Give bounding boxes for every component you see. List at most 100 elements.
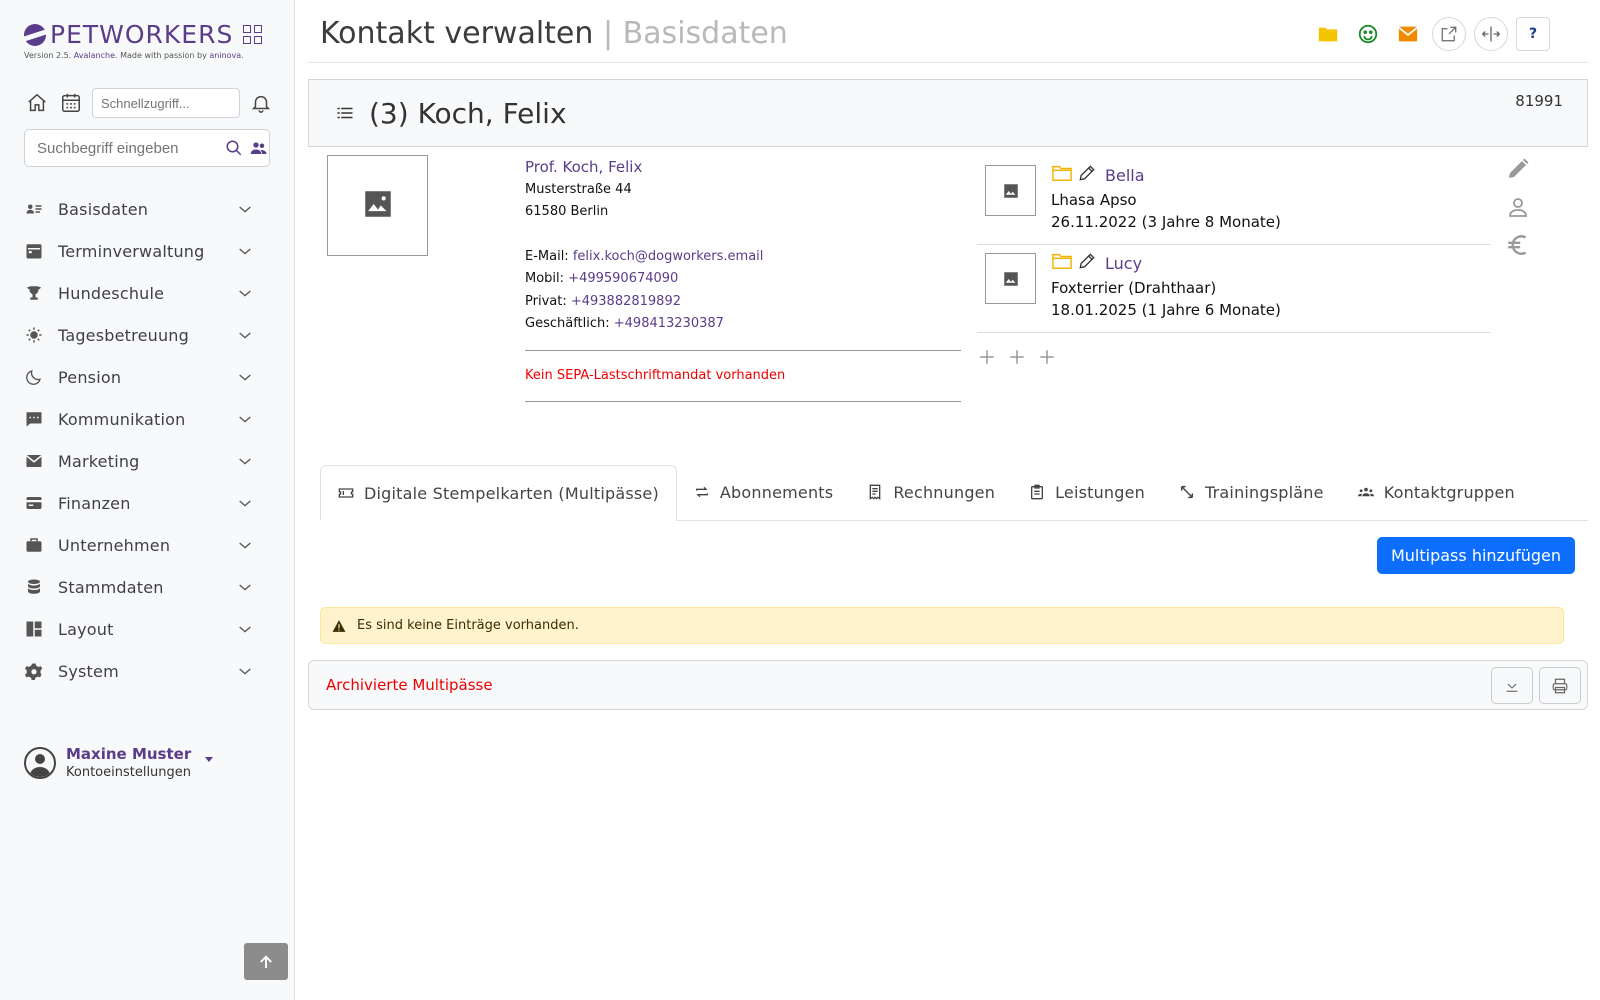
- caret-down-icon[interactable]: [205, 757, 214, 762]
- print-button[interactable]: [1539, 667, 1581, 704]
- nav-item-marketing[interactable]: Marketing: [24, 440, 254, 482]
- pet-birthdate: 18.01.2025 (1 Jahre 6 Monate): [1051, 301, 1281, 319]
- pet-photo[interactable]: [985, 165, 1036, 216]
- quick-access-input[interactable]: [92, 88, 240, 118]
- nav-item-system[interactable]: System: [24, 650, 254, 692]
- chevron-down-icon: [236, 452, 254, 470]
- nav-item-terminverwaltung[interactable]: Terminverwaltung: [24, 230, 254, 272]
- nav-item-stammdaten[interactable]: Stammdaten: [24, 566, 254, 608]
- plus-icon[interactable]: [1037, 347, 1057, 367]
- pencil-icon[interactable]: [1077, 163, 1097, 187]
- pets-list: Bella Lhasa Apso 26.11.2022 (3 Jahre 8 M…: [977, 157, 1490, 333]
- tab-abonnements[interactable]: Abonnements: [677, 464, 850, 520]
- business-phone-link[interactable]: +498413230387: [614, 316, 724, 331]
- header-actions: ?: [1312, 17, 1550, 51]
- layout-icon: [24, 619, 44, 639]
- pet-breed: Lhasa Apso: [1051, 191, 1137, 209]
- database-icon: [24, 577, 44, 597]
- nav-item-finanzen[interactable]: Finanzen: [24, 482, 254, 524]
- contact-card-icon: [24, 199, 44, 219]
- download-button[interactable]: [1491, 667, 1533, 704]
- nav-item-tagesbetreuung[interactable]: Tagesbetreuung: [24, 314, 254, 356]
- nav-item-hundeschule[interactable]: Hundeschule: [24, 272, 254, 314]
- contact-full-name[interactable]: Prof. Koch, Felix: [525, 156, 961, 179]
- tab-leistungen[interactable]: Leistungen: [1012, 464, 1162, 520]
- folder-icon[interactable]: [1051, 163, 1073, 187]
- search-icon[interactable]: [223, 136, 244, 160]
- moon-icon: [24, 367, 44, 387]
- archived-title[interactable]: Archivierte Multipässe: [326, 676, 493, 694]
- pet-add-buttons: [977, 347, 1057, 367]
- chevron-down-icon: [236, 620, 254, 638]
- folder-icon[interactable]: [1312, 18, 1344, 50]
- brand: PETWORKERS Version 2.5. Avalanche. Made …: [24, 20, 274, 60]
- home-icon[interactable]: [24, 90, 50, 116]
- pet-name-link[interactable]: Bella: [1105, 166, 1145, 185]
- repeat-icon: [694, 484, 710, 500]
- pencil-icon[interactable]: [1077, 251, 1097, 275]
- empty-alert: Es sind keine Einträge vorhanden.: [320, 607, 1564, 644]
- gear-icon: [24, 661, 44, 681]
- smiley-icon[interactable]: [1352, 18, 1384, 50]
- chat-icon: [24, 409, 44, 429]
- tab-bar: Digitale Stempelkarten (Multipässe) Abon…: [320, 463, 1588, 521]
- pet-photo[interactable]: [985, 253, 1036, 304]
- add-multipass-button[interactable]: Multipass hinzufügen: [1377, 537, 1575, 574]
- help-button[interactable]: ?: [1516, 17, 1550, 51]
- plus-icon[interactable]: [977, 347, 997, 367]
- nav-item-pension[interactable]: Pension: [24, 356, 254, 398]
- contact-details: Prof. Koch, Felix Musterstraße 44 61580 …: [525, 156, 961, 416]
- tab-kontaktgruppen[interactable]: Kontaktgruppen: [1341, 464, 1532, 520]
- private-phone-link[interactable]: +493882819892: [571, 294, 681, 309]
- group-icon: [1357, 484, 1374, 500]
- bell-icon[interactable]: [248, 90, 274, 116]
- tab-multipaesse[interactable]: Digitale Stempelkarten (Multipässe): [320, 465, 677, 521]
- calendar-icon[interactable]: [58, 90, 84, 116]
- split-view-button[interactable]: [1474, 17, 1508, 51]
- pet-item: Lucy Foxterrier (Drahthaar) 18.01.2025 (…: [977, 245, 1490, 333]
- nav-item-layout[interactable]: Layout: [24, 608, 254, 650]
- briefcase-icon: [24, 535, 44, 555]
- pet-item: Bella Lhasa Apso 26.11.2022 (3 Jahre 8 M…: [977, 157, 1490, 245]
- user-avatar-icon: [24, 746, 56, 779]
- contact-actions: [1504, 156, 1532, 258]
- apps-grid-icon[interactable]: [243, 25, 263, 44]
- contact-business-row: Geschäftlich: +498413230387: [525, 316, 724, 331]
- search-box: [24, 129, 270, 167]
- list-icon[interactable]: [335, 103, 355, 123]
- search-input[interactable]: [37, 139, 219, 157]
- tab-rechnungen[interactable]: Rechnungen: [850, 464, 1012, 520]
- plus-icon[interactable]: [1007, 347, 1027, 367]
- mobile-link[interactable]: +499590674090: [568, 271, 678, 286]
- nav-item-unternehmen[interactable]: Unternehmen: [24, 524, 254, 566]
- pet-name-link[interactable]: Lucy: [1105, 254, 1142, 273]
- contacts-search-icon[interactable]: [248, 136, 269, 160]
- mail-icon[interactable]: [1392, 18, 1424, 50]
- euro-icon[interactable]: [1504, 232, 1532, 258]
- person-icon[interactable]: [1504, 194, 1532, 220]
- chevron-down-icon: [236, 368, 254, 386]
- user-menu[interactable]: Maxine Muster Kontoeinstellungen: [24, 745, 214, 780]
- receipt-icon: [867, 484, 883, 500]
- chevron-down-icon: [236, 536, 254, 554]
- ticket-icon: [338, 485, 354, 501]
- email-link[interactable]: felix.koch@dogworkers.email: [573, 249, 764, 264]
- contact-photo[interactable]: [327, 155, 428, 256]
- contact-name-heading: (3) Koch, Felix: [369, 96, 567, 130]
- account-settings-link[interactable]: Kontoeinstellungen: [66, 765, 191, 780]
- brand-version: Version 2.5. Avalanche. Made with passio…: [24, 51, 244, 60]
- pet-birthdate: 26.11.2022 (3 Jahre 8 Monate): [1051, 213, 1281, 231]
- resize-icon: [1179, 484, 1195, 500]
- external-link-button[interactable]: [1432, 17, 1466, 51]
- chevron-down-icon: [236, 662, 254, 680]
- folder-icon[interactable]: [1051, 251, 1073, 275]
- nav-item-kommunikation[interactable]: Kommunikation: [24, 398, 254, 440]
- tab-trainingsplaene[interactable]: Trainingspläne: [1162, 464, 1341, 520]
- nav-item-basisdaten[interactable]: Basisdaten: [24, 188, 254, 230]
- chevron-down-icon: [236, 578, 254, 596]
- image-icon: [361, 187, 395, 225]
- edit-pencil-icon[interactable]: [1504, 156, 1532, 182]
- scroll-to-top-button[interactable]: [244, 943, 288, 980]
- calendar-icon: [24, 241, 44, 261]
- mail-icon: [24, 451, 44, 471]
